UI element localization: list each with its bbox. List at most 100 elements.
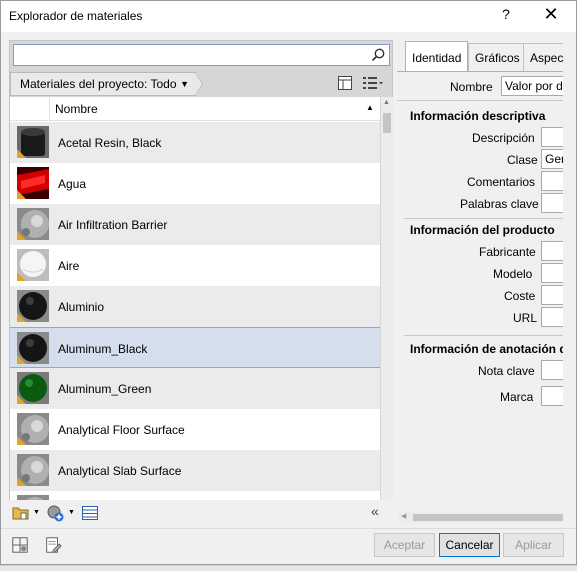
description-field[interactable] [541, 127, 563, 147]
apply-button[interactable]: Aplicar [503, 533, 564, 557]
scroll-left-icon[interactable]: ◀ [401, 512, 406, 520]
section-title-annotation: Información de anotación de material [410, 342, 563, 356]
material-swatch-icon [17, 413, 49, 445]
table-row[interactable]: Analytical Slab Surface [10, 450, 380, 491]
table-row[interactable]: Analytical Floor Surface [10, 409, 380, 450]
table-row[interactable]: Aire [10, 245, 380, 286]
material-list-panel: Materiales del proyecto: Todo ▼ Nombre ▲… [9, 40, 393, 527]
window-title: Explorador de materiales [9, 9, 143, 23]
material-swatch-icon [17, 372, 49, 404]
warning-icon [17, 436, 26, 445]
section-title-descriptive: Información descriptiva [410, 109, 546, 123]
warning-icon [17, 355, 26, 364]
mark-field[interactable] [541, 386, 563, 406]
warning-icon [17, 149, 26, 158]
material-swatch-icon [17, 332, 49, 364]
table-row[interactable]: Aluminum_Black [10, 327, 380, 368]
material-swatch-icon [17, 249, 49, 281]
table-row[interactable]: Acetal Resin, Black [10, 122, 380, 163]
tab-identity[interactable]: Identidad [405, 41, 469, 71]
warning-icon [17, 190, 26, 199]
library-panel-icon[interactable] [81, 504, 99, 522]
url-label: URL [513, 311, 538, 325]
material-swatch-icon [17, 167, 49, 199]
panel-layout-icon[interactable] [337, 75, 353, 91]
mark-label: Marca [500, 390, 534, 404]
table-row[interactable]: Aluminum_Green [10, 368, 380, 409]
warning-icon [17, 313, 26, 322]
tab-appearance[interactable]: Aspecto [523, 43, 563, 71]
filter-bar: Materiales del proyecto: Todo ▼ [10, 72, 393, 96]
close-button[interactable]: ✕ [539, 4, 563, 26]
vertical-scrollbar[interactable]: ▲ ▼ [381, 97, 393, 515]
material-name: Analytical Slab Surface [58, 464, 182, 478]
warning-icon [17, 477, 26, 486]
name-field[interactable]: Valor por defecto [501, 76, 563, 96]
table-row[interactable]: Aluminio [10, 286, 380, 327]
material-name: Air Infiltration Barrier [58, 218, 168, 232]
material-swatch-icon [17, 454, 49, 486]
list-view-icon[interactable] [362, 75, 384, 91]
horizontal-scrollbar[interactable]: ◀ [398, 511, 563, 523]
class-label: Clase [507, 153, 538, 167]
material-name: Aluminio [58, 300, 105, 314]
chevron-down-icon[interactable]: ▼ [68, 509, 75, 516]
cost-field[interactable] [541, 285, 563, 305]
keynote-label: Nota clave [478, 364, 535, 378]
manufacturer-label: Fabricante [479, 245, 536, 259]
material-swatch-icon [17, 126, 49, 158]
scroll-up-icon[interactable]: ▲ [383, 99, 390, 106]
material-name: Aire [58, 259, 80, 273]
warning-icon [17, 395, 26, 404]
table-row[interactable]: Air Infiltration Barrier [10, 204, 380, 245]
table-row[interactable]: Agua [10, 163, 380, 204]
scroll-thumb[interactable] [413, 514, 563, 521]
chevron-down-icon[interactable]: ▼ [33, 509, 40, 516]
sort-ascending-icon: ▲ [366, 103, 374, 112]
warning-icon [17, 231, 26, 240]
library-folder-icon[interactable] [12, 504, 30, 522]
library-toolbar: ▼ ▼ « [9, 500, 393, 527]
comments-field[interactable] [541, 171, 563, 191]
model-field[interactable] [541, 263, 563, 283]
section-title-product: Información del producto [410, 223, 555, 237]
project-materials-filter[interactable]: Materiales del proyecto: Todo ▼ [10, 72, 196, 96]
table-header: Nombre ▲ [10, 97, 380, 121]
material-name: Analytical Floor Surface [58, 423, 185, 437]
materials-table: Nombre ▲ Acetal Resin, Black Agua Air Infi… [10, 97, 380, 515]
material-browser-icon[interactable] [10, 535, 30, 555]
collapse-library-icon[interactable]: « [371, 503, 379, 519]
model-label: Modelo [493, 267, 533, 281]
material-name: Aluminum_Green [58, 382, 152, 396]
material-name: Acetal Resin, Black [58, 136, 162, 150]
keynote-field[interactable] [541, 360, 563, 380]
material-name: Aluminum_Black [58, 342, 148, 356]
thumbnail-column-header [10, 97, 50, 121]
material-swatch-icon [17, 290, 49, 322]
help-button[interactable]: ? [497, 6, 515, 26]
material-name: Agua [58, 177, 87, 191]
search-input[interactable] [16, 46, 368, 64]
name-column-header[interactable]: Nombre [55, 102, 98, 116]
create-material-icon[interactable] [46, 504, 64, 522]
comments-label: Comentarios [467, 175, 536, 189]
keywords-field[interactable] [541, 193, 563, 213]
cancel-button[interactable]: Cancelar [439, 533, 500, 557]
tab-graphics[interactable]: Gráficos [468, 43, 527, 71]
keywords-label: Palabras clave [460, 197, 539, 211]
url-field[interactable] [541, 307, 563, 327]
manufacturer-field[interactable] [541, 241, 563, 261]
material-properties-panel: Identidad Gráficos Aspecto Nombre Valor … [397, 40, 563, 527]
scroll-thumb[interactable] [383, 113, 391, 133]
cost-label: Coste [504, 289, 536, 303]
accept-button[interactable]: Aceptar [374, 533, 435, 557]
warning-icon [17, 272, 26, 281]
asset-browser-icon[interactable] [43, 535, 63, 555]
name-label: Nombre [450, 80, 493, 94]
filter-label: Materiales del proyecto: Todo [20, 77, 177, 91]
search-box[interactable] [13, 44, 390, 66]
name-row: Nombre Valor por defecto [397, 76, 563, 98]
chevron-down-icon: ▼ [180, 79, 189, 89]
class-field[interactable]: Genérico [541, 149, 563, 169]
search-icon[interactable] [370, 47, 386, 63]
